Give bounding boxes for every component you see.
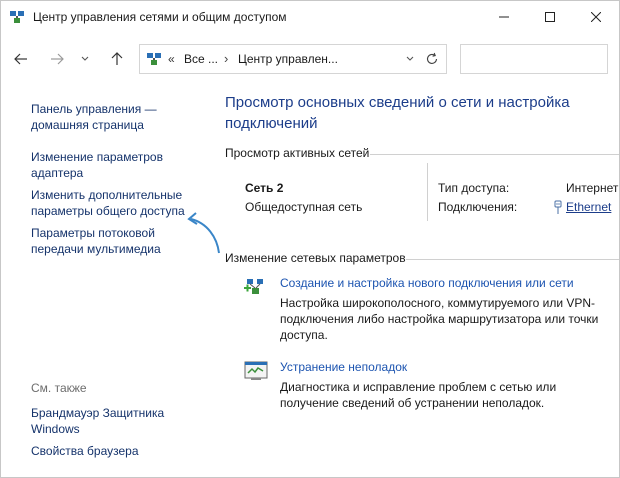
arrow-left-icon [14, 53, 27, 65]
address-overflow[interactable]: « [168, 52, 175, 66]
address-bar[interactable]: « Все ... › Центр управлен... [139, 44, 447, 74]
address-dropdown-button[interactable] [402, 49, 418, 69]
recent-locations-button[interactable] [77, 47, 93, 71]
new-connection-icon [244, 275, 270, 299]
title-bar[interactable]: Центр управления сетями и общим доступом [1, 1, 619, 33]
active-networks-header: Просмотр активных сетей [225, 146, 370, 160]
new-connection-description: Настройка широкополосного, коммутируемог… [280, 296, 599, 342]
refresh-button[interactable] [422, 49, 442, 69]
breadcrumb-current[interactable]: Центр управлен... [238, 52, 338, 66]
troubleshoot-description: Диагностика и исправление проблем с сеть… [280, 380, 557, 410]
sidebar-link-firewall[interactable]: Брандмауэр Защитника Windows [31, 405, 201, 437]
close-button[interactable] [573, 1, 619, 33]
network-type: Общедоступная сеть [245, 200, 363, 214]
close-icon [591, 12, 601, 22]
network-center-icon [9, 9, 25, 25]
back-button[interactable] [9, 47, 33, 71]
search-input[interactable] [460, 44, 608, 74]
breadcrumb-separator[interactable]: › [224, 51, 228, 66]
arrow-up-icon [111, 52, 123, 65]
arrow-right-icon [51, 53, 64, 65]
chevron-down-icon [406, 56, 414, 61]
access-type-label: Тип доступа: [438, 181, 510, 195]
chevron-down-icon [81, 56, 89, 61]
network-center-icon [146, 51, 162, 67]
main-content: Просмотр основных сведений о сети и наст… [206, 85, 619, 477]
network-name: Сеть 2 [245, 181, 284, 195]
access-type-value: Интернет [566, 181, 619, 195]
page-title: Просмотр основных сведений о сети и наст… [225, 94, 570, 132]
change-settings-header: Изменение сетевых параметров [225, 251, 406, 265]
sidebar-link-home[interactable]: Панель управления — домашняя страница [31, 101, 201, 133]
breadcrumb-all-items[interactable]: Все ... [184, 52, 218, 66]
window: Центр управления сетями и общим доступом [0, 0, 620, 478]
see-also-label: См. также [31, 381, 87, 395]
connections-label: Подключения: [438, 200, 518, 214]
minimize-button[interactable] [481, 1, 527, 33]
active-network: Сеть 2 Общедоступная сеть Тип доступа: П… [225, 163, 619, 223]
connection-ethernet-link[interactable]: Ethernet [566, 200, 619, 214]
maximize-button[interactable] [527, 1, 573, 33]
forward-button[interactable] [45, 47, 69, 71]
ethernet-icon [553, 199, 563, 215]
sidebar: Панель управления — домашняя страница Из… [1, 85, 206, 477]
section-divider [370, 154, 619, 155]
up-button[interactable] [105, 47, 129, 71]
new-connection-link[interactable]: Создание и настройка нового подключения … [280, 276, 574, 290]
sidebar-link-advanced-sharing[interactable]: Изменить дополнительные параметры общего… [31, 187, 201, 219]
troubleshoot-icon [244, 359, 270, 383]
minimize-icon [499, 16, 509, 18]
navigation-bar: « Все ... › Центр управлен... [1, 33, 619, 85]
window-title: Центр управления сетями и общим доступом [33, 10, 287, 24]
troubleshoot-link[interactable]: Устранение неполадок [280, 360, 407, 374]
sidebar-link-adapter-settings[interactable]: Изменение параметров адаптера [31, 149, 201, 181]
sidebar-link-media-streaming[interactable]: Параметры потоковой передачи мультимедиа [31, 225, 201, 257]
network-divider [427, 163, 428, 221]
maximize-icon [545, 12, 555, 22]
refresh-icon [426, 52, 438, 64]
section-divider [406, 259, 619, 260]
sidebar-link-browser-properties[interactable]: Свойства браузера [31, 443, 201, 459]
